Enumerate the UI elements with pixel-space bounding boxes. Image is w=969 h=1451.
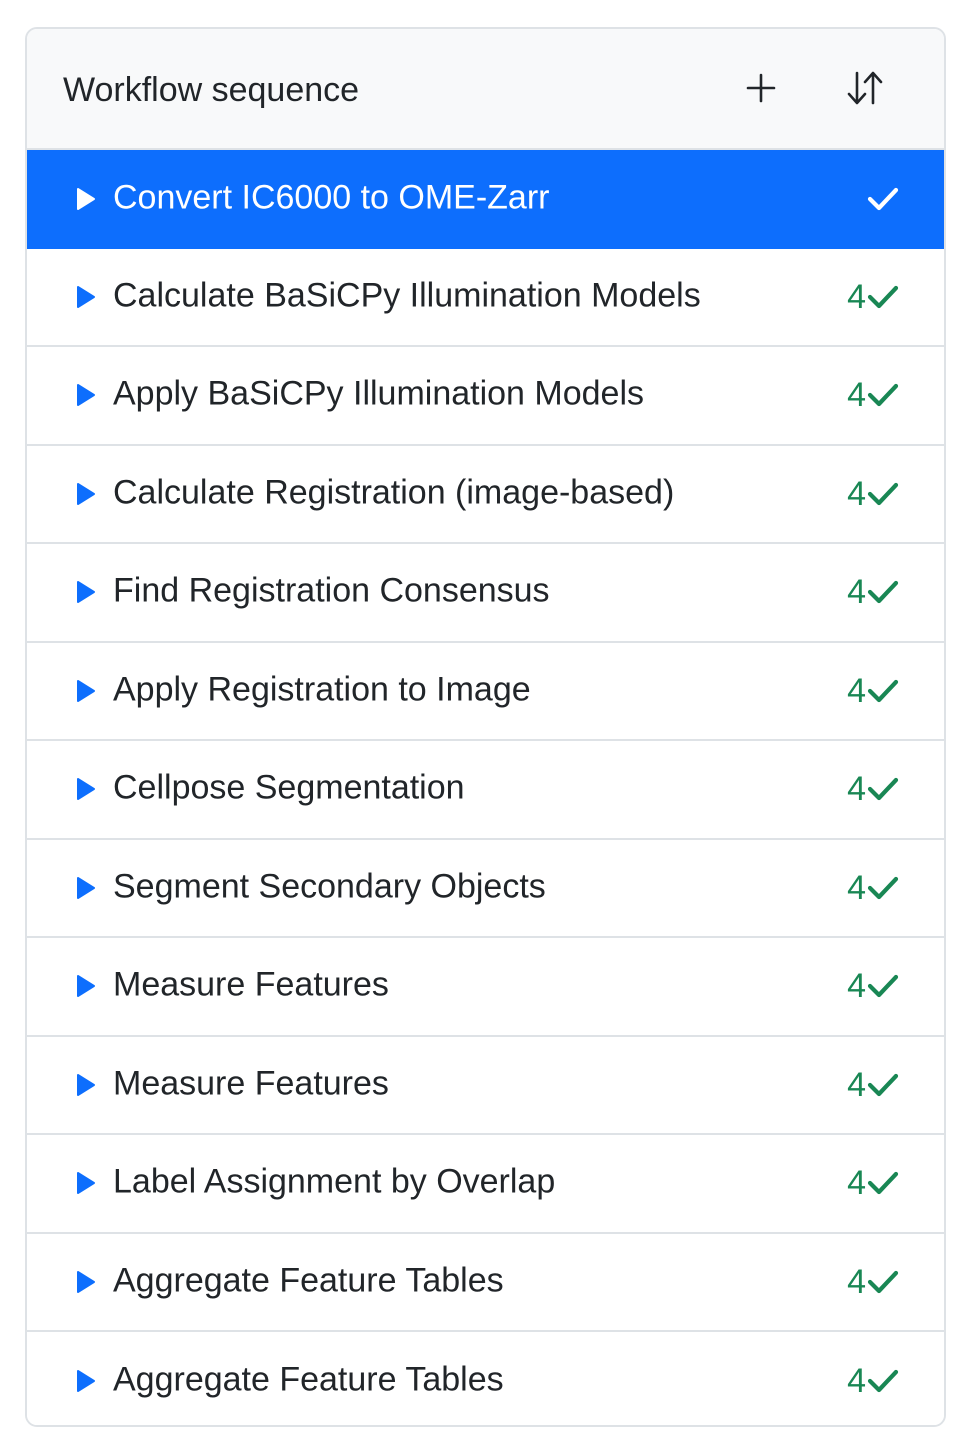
check-icon	[867, 679, 899, 702]
task-status-count: 4	[847, 1065, 866, 1104]
task-label: Aggregate Feature Tables	[113, 1261, 504, 1300]
task-row[interactable]: Find Registration Consensus 4	[27, 544, 944, 643]
caret-right-icon[interactable]	[75, 382, 97, 408]
task-status: 4	[847, 575, 900, 609]
task-label: Label Assignment by Overlap	[113, 1162, 556, 1201]
check-icon	[867, 1073, 899, 1096]
task-status: 4	[847, 1265, 900, 1299]
sort-arrows-icon	[847, 71, 883, 105]
task-row[interactable]: Convert IC6000 to OME-Zarr	[27, 150, 944, 249]
task-status: 4	[847, 969, 900, 1003]
task-row[interactable]: Label Assignment by Overlap 4	[27, 1135, 944, 1234]
task-status-count: 4	[847, 1362, 866, 1401]
check-icon	[867, 188, 899, 211]
task-label: Measure Features	[113, 965, 389, 1004]
task-row[interactable]: Aggregate Feature Tables 4	[27, 1332, 944, 1425]
task-status: 4	[847, 1068, 900, 1102]
task-label: Calculate Registration (image-based)	[113, 473, 675, 512]
task-status: 4	[847, 772, 900, 806]
workflow-sequence-panel: Workflow sequence Convert IC6000 to OME-…	[25, 27, 946, 1427]
caret-right-icon[interactable]	[75, 973, 97, 999]
task-row[interactable]: Calculate Registration (image-based) 4	[27, 445, 944, 544]
task-status: 4	[847, 378, 900, 412]
task-row[interactable]: Aggregate Feature Tables 4	[27, 1233, 944, 1332]
check-icon	[867, 581, 899, 604]
task-label: Apply Registration to Image	[113, 670, 531, 709]
add-task-button[interactable]	[717, 43, 805, 133]
task-status-count: 4	[847, 1262, 866, 1301]
caret-right-icon[interactable]	[75, 1269, 97, 1295]
check-icon	[867, 975, 899, 998]
check-icon	[867, 1370, 899, 1393]
task-label: Segment Secondary Objects	[113, 867, 546, 906]
task-label: Aggregate Feature Tables	[113, 1360, 504, 1399]
caret-right-icon[interactable]	[75, 481, 97, 507]
reorder-tasks-button[interactable]	[821, 43, 909, 133]
task-status-count: 4	[847, 967, 866, 1006]
task-status: 4	[847, 1364, 900, 1398]
task-row[interactable]: Calculate BaSiCPy Illumination Models 4	[27, 248, 944, 347]
check-icon	[867, 285, 899, 308]
check-icon	[867, 384, 899, 407]
caret-right-icon[interactable]	[75, 1072, 97, 1098]
task-status	[866, 185, 900, 213]
task-label: Convert IC6000 to OME-Zarr	[113, 178, 550, 217]
task-status: 4	[847, 1166, 900, 1200]
task-status: 4	[847, 280, 900, 314]
caret-right-icon[interactable]	[75, 284, 97, 310]
task-row[interactable]: Measure Features 4	[27, 938, 944, 1037]
panel-header: Workflow sequence	[27, 29, 944, 150]
task-status-count: 4	[847, 376, 866, 415]
check-icon	[867, 1270, 899, 1293]
task-status-count: 4	[847, 770, 866, 809]
caret-right-icon[interactable]	[75, 1368, 97, 1394]
task-status-count: 4	[847, 573, 866, 612]
task-row[interactable]: Apply Registration to Image 4	[27, 642, 944, 741]
plus-icon	[746, 73, 776, 103]
task-label: Calculate BaSiCPy Illumination Models	[113, 276, 701, 315]
task-label: Measure Features	[113, 1064, 389, 1103]
caret-right-icon[interactable]	[75, 776, 97, 802]
task-row[interactable]: Segment Secondary Objects 4	[27, 839, 944, 938]
task-row[interactable]: Measure Features 4	[27, 1036, 944, 1135]
task-status-count: 4	[847, 277, 866, 316]
check-icon	[867, 876, 899, 899]
task-status-count: 4	[847, 868, 866, 907]
task-status-count: 4	[847, 671, 866, 710]
task-row[interactable]: Cellpose Segmentation 4	[27, 741, 944, 840]
caret-right-icon[interactable]	[75, 1170, 97, 1196]
task-status: 4	[847, 674, 900, 708]
caret-right-icon[interactable]	[75, 875, 97, 901]
task-label: Cellpose Segmentation	[113, 768, 465, 807]
caret-right-icon[interactable]	[75, 579, 97, 605]
panel-title: Workflow sequence	[63, 71, 360, 109]
task-row[interactable]: Apply BaSiCPy Illumination Models 4	[27, 347, 944, 446]
task-status-count: 4	[847, 1164, 866, 1203]
task-status: 4	[847, 871, 900, 905]
task-label: Apply BaSiCPy Illumination Models	[113, 374, 645, 413]
caret-right-icon[interactable]	[75, 678, 97, 704]
check-icon	[867, 778, 899, 801]
check-icon	[867, 1172, 899, 1195]
caret-right-icon[interactable]	[75, 186, 97, 212]
task-list: Convert IC6000 to OME-Zarr Calculate BaSi…	[27, 150, 944, 1425]
task-status-count: 4	[847, 474, 866, 513]
check-icon	[867, 482, 899, 505]
task-label: Find Registration Consensus	[113, 571, 550, 610]
task-status: 4	[847, 477, 900, 511]
